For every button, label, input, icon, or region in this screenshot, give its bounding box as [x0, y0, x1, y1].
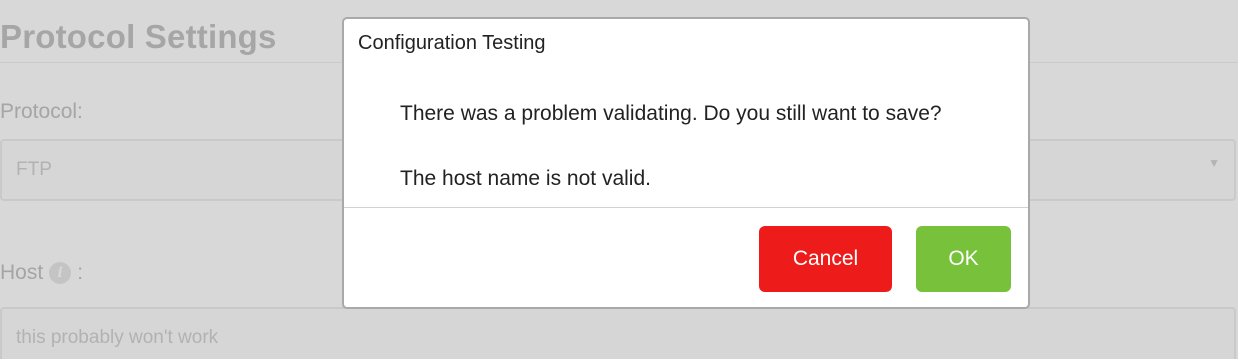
host-input-value: this probably won't work [16, 327, 219, 348]
dialog-divider [344, 207, 1028, 208]
page: Protocol Settings Protocol: FTP ▼ Host i… [0, 0, 1238, 359]
host-label-row: Host i : [0, 261, 83, 285]
info-icon[interactable]: i [49, 262, 72, 284]
ok-button[interactable]: OK [916, 226, 1011, 292]
host-input[interactable]: this probably won't work [0, 307, 1236, 359]
chevron-down-icon: ▼ [1208, 156, 1220, 170]
dialog-detail: The host name is not valid. [400, 167, 651, 190]
dialog-title: Configuration Testing [358, 32, 546, 54]
configuration-testing-dialog: Configuration Testing There was a proble… [342, 17, 1030, 309]
protocol-label: Protocol: [0, 100, 83, 123]
host-label: Host [0, 261, 44, 284]
protocol-select-value: FTP [16, 159, 52, 180]
host-label-colon: : [77, 261, 84, 284]
dialog-message: There was a problem validating. Do you s… [400, 102, 942, 125]
page-title: Protocol Settings [0, 18, 277, 55]
cancel-button[interactable]: Cancel [759, 226, 892, 292]
